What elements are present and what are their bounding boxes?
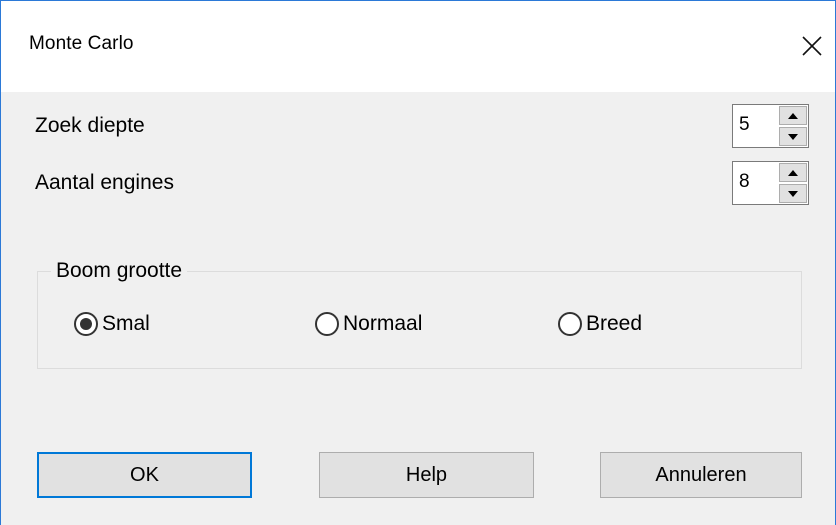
radio-small[interactable]: Smal bbox=[74, 312, 150, 336]
search-depth-value[interactable]: 5 bbox=[739, 114, 750, 136]
search-depth-decrement-button[interactable] bbox=[779, 127, 807, 146]
radio-normal-indicator[interactable] bbox=[315, 312, 339, 336]
arrow-down-icon bbox=[788, 133, 798, 140]
engine-count-increment-button[interactable] bbox=[779, 163, 807, 182]
monte-carlo-dialog: Monte Carlo Zoek diepte 5 Aantal engines… bbox=[0, 0, 836, 525]
engine-count-value[interactable]: 8 bbox=[739, 171, 750, 193]
radio-wide-label: Breed bbox=[586, 312, 643, 335]
search-depth-increment-button[interactable] bbox=[779, 106, 807, 125]
ok-button[interactable]: OK bbox=[37, 452, 252, 498]
radio-selected-dot bbox=[80, 318, 92, 330]
radio-normal-label: Normaal bbox=[343, 312, 423, 335]
close-icon bbox=[802, 36, 822, 56]
window-title: Monte Carlo bbox=[29, 33, 134, 54]
radio-small-indicator[interactable] bbox=[74, 312, 98, 336]
radio-normal[interactable]: Normaal bbox=[315, 312, 422, 336]
search-depth-label: Zoek diepte bbox=[35, 114, 145, 137]
cancel-button[interactable]: Annuleren bbox=[600, 452, 802, 498]
radio-wide[interactable]: Breed bbox=[558, 312, 642, 336]
arrow-up-icon bbox=[788, 169, 798, 176]
radio-small-label: Smal bbox=[102, 312, 150, 335]
engine-count-label: Aantal engines bbox=[35, 171, 174, 194]
radio-wide-indicator[interactable] bbox=[558, 312, 582, 336]
arrow-down-icon bbox=[788, 190, 798, 197]
help-button[interactable]: Help bbox=[319, 452, 534, 498]
engine-count-spinner[interactable]: 8 bbox=[732, 161, 809, 205]
arrow-up-icon bbox=[788, 112, 798, 119]
title-bar: Monte Carlo bbox=[1, 1, 835, 92]
engine-count-decrement-button[interactable] bbox=[779, 184, 807, 203]
search-depth-spinner[interactable]: 5 bbox=[732, 104, 809, 148]
tree-size-legend: Boom grootte bbox=[51, 259, 188, 283]
close-button[interactable] bbox=[789, 23, 835, 69]
